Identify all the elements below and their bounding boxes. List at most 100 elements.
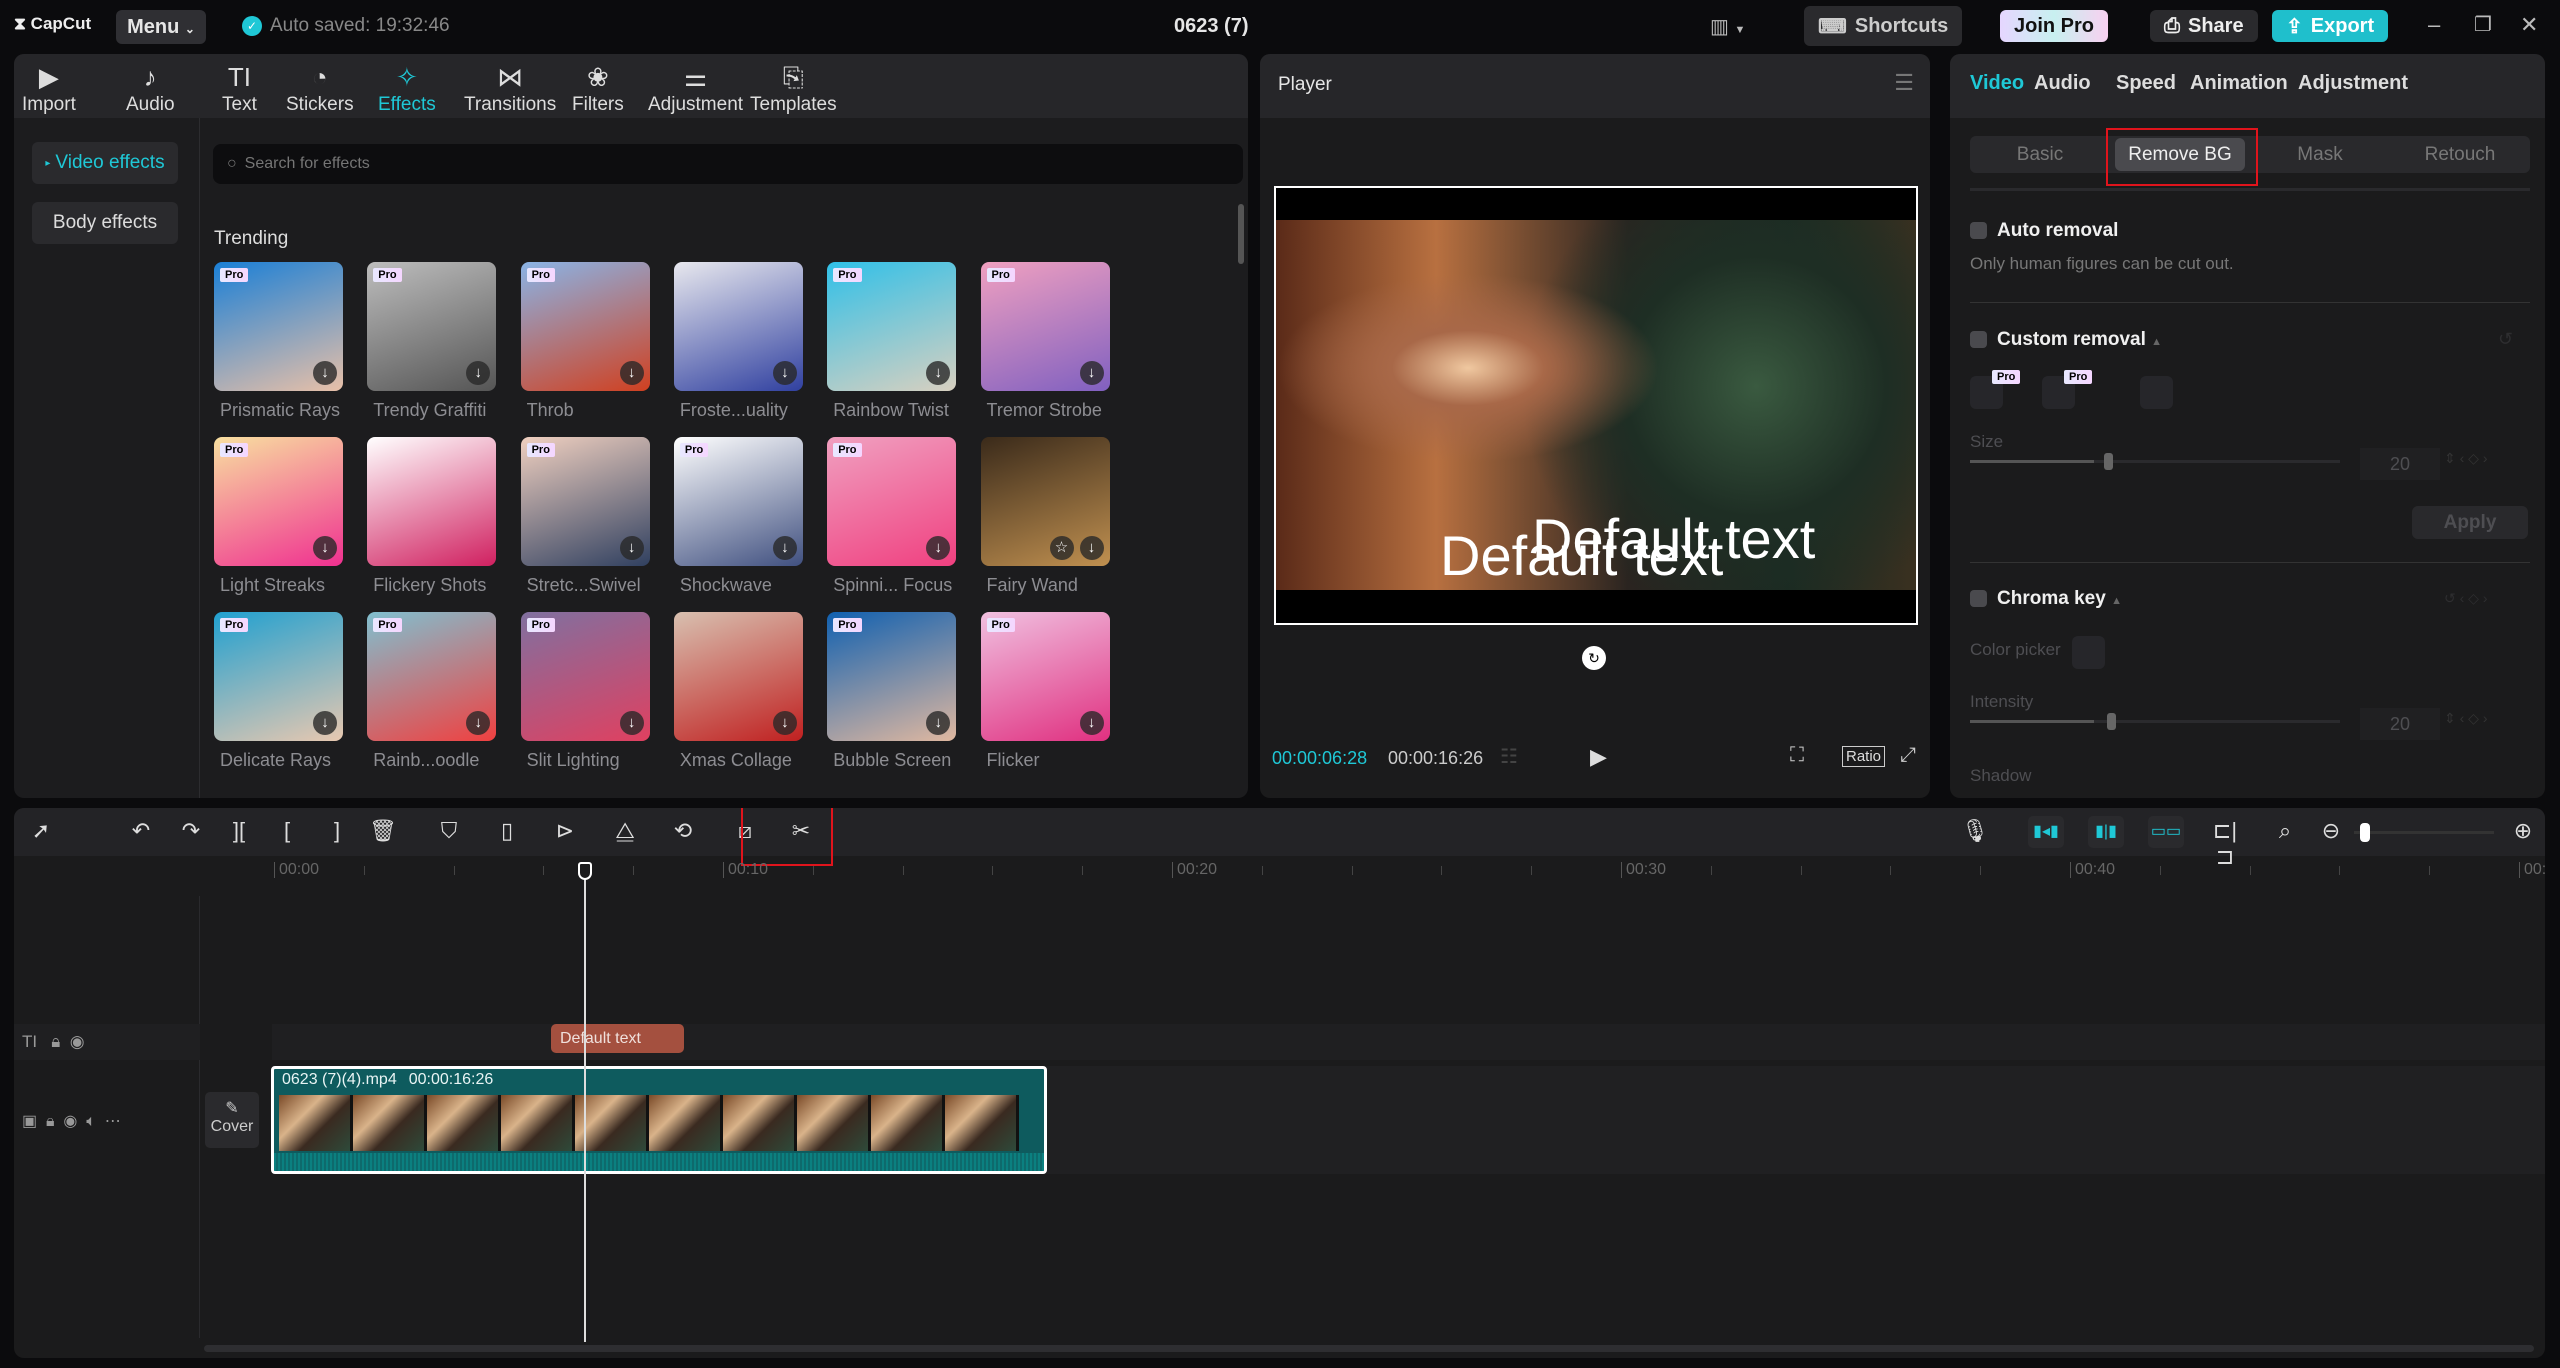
download-icon[interactable]: ↓ <box>926 536 951 560</box>
tab-transitions[interactable]: ⋈ Transitions <box>464 60 556 116</box>
eye-icon[interactable]: ◉ <box>63 1113 77 1130</box>
stepper-icon[interactable]: ⇕ ‹ ◇ › <box>2444 710 2488 727</box>
minimize-button[interactable]: – <box>2428 12 2440 38</box>
layout-button[interactable]: ▥ ▼ <box>1710 14 1745 39</box>
zoom-out-icon[interactable]: ⊖ <box>2314 818 2348 844</box>
search-input[interactable] <box>244 155 1145 173</box>
restore-button[interactable]: ❐ <box>2474 12 2492 37</box>
effect-thumbnail[interactable]: ☆ ↓ <box>980 437 1110 566</box>
video-clip[interactable]: 0623 (7)(4).mp4 00:00:16:26 <box>271 1066 1047 1174</box>
download-icon[interactable]: ↓ <box>466 361 491 385</box>
zoom-preview-icon[interactable]: ⛶ <box>1790 744 1804 767</box>
slider-handle[interactable] <box>2359 823 2370 842</box>
subtab-basic[interactable]: Basic <box>1970 136 2110 173</box>
ratio-button[interactable]: Ratio <box>1842 746 1886 767</box>
close-button[interactable]: ✕ <box>2520 12 2538 38</box>
zoom-slider[interactable] <box>2354 823 2494 842</box>
lock-icon[interactable]: 🔒︎ <box>51 1032 60 1051</box>
slider-handle[interactable] <box>2104 453 2113 470</box>
sidebar-item-body-effects[interactable]: Body effects <box>32 202 178 244</box>
intensity-slider[interactable] <box>1970 713 2340 730</box>
effect-thumbnail[interactable]: ↓ <box>673 262 803 391</box>
sidebar-item-video-effects[interactable]: ▸ Video effects <box>32 142 178 184</box>
effect-thumbnail[interactable]: Pro ↓ <box>214 437 343 566</box>
effect-thumbnail[interactable]: Pro ↓ <box>367 612 497 741</box>
horizontal-scrollbar[interactable] <box>204 1345 2534 1352</box>
favorite-icon[interactable]: ☆ <box>1049 536 1074 560</box>
subtab-mask[interactable]: Mask <box>2250 136 2390 173</box>
fullscreen-icon[interactable]: ⤢ <box>1900 744 1916 767</box>
tab-audio[interactable]: ♪ Audio <box>126 60 175 116</box>
download-icon[interactable]: ↓ <box>772 361 797 385</box>
player-menu-icon[interactable]: ☰ <box>1894 70 1914 96</box>
download-icon[interactable]: ↓ <box>1079 361 1104 385</box>
effect-thumbnail[interactable]: Pro ↓ <box>827 262 957 391</box>
play-button[interactable]: ▶ <box>1590 744 1607 770</box>
inspector-tab-video[interactable]: Video <box>1970 72 2024 95</box>
effect-thumbnail[interactable]: Pro ↓ <box>520 262 650 391</box>
slider-handle[interactable] <box>2107 713 2116 730</box>
more-icon[interactable]: ⋯ <box>105 1113 121 1130</box>
effect-thumbnail[interactable]: Pro ↓ <box>520 437 650 566</box>
custom-removal-toggle[interactable]: Custom removal ▲ <box>1970 329 2162 351</box>
download-icon[interactable]: ↓ <box>313 711 337 735</box>
effect-thumbnail[interactable]: Pro ↓ <box>367 262 497 391</box>
inspector-tab-animation[interactable]: Animation <box>2190 72 2288 95</box>
collapse-icon[interactable]: ▲ <box>2111 595 2122 607</box>
subtab-retouch[interactable]: Retouch <box>2390 136 2530 173</box>
video-preview[interactable]: Default text Default text <box>1274 186 1918 625</box>
download-icon[interactable]: ↓ <box>313 536 337 560</box>
apply-button[interactable]: Apply <box>2412 506 2528 539</box>
effect-thumbnail[interactable]: ↓ <box>673 612 803 741</box>
effect-thumbnail[interactable]: Pro ↓ <box>673 437 803 566</box>
keyframe-controls-icon[interactable]: ↺ ‹ ◇ › <box>2444 590 2488 607</box>
clear-tool-button[interactable] <box>2140 376 2173 409</box>
tab-effects[interactable]: ✧ Effects <box>378 60 436 116</box>
effect-thumbnail[interactable]: Pro ↓ <box>520 612 650 741</box>
chroma-key-toggle[interactable]: Chroma key ▲ <box>1970 588 2122 610</box>
scrollbar[interactable] <box>1238 204 1244 264</box>
effects-search[interactable]: ○ <box>213 144 1243 184</box>
effect-thumbnail[interactable] <box>367 437 497 566</box>
auto-removal-toggle[interactable]: Auto removal <box>1970 220 2118 242</box>
overlay-text[interactable]: Default text <box>1532 506 1815 571</box>
audio-icon[interactable]: 🔈︎ <box>86 1113 96 1130</box>
tab-adjustment[interactable]: ⚌ Adjustment <box>648 60 743 116</box>
download-icon[interactable]: ↓ <box>926 361 951 385</box>
shortcuts-button[interactable]: ⌨ Shortcuts <box>1804 6 1963 46</box>
tab-import[interactable]: ▶ Import <box>22 60 76 116</box>
zoom-fit-icon[interactable]: ⌕ <box>2268 818 2302 844</box>
inspector-tab-adjustment[interactable]: Adjustment <box>2298 72 2408 95</box>
checkbox[interactable] <box>1970 222 1987 240</box>
download-icon[interactable]: ↓ <box>772 536 797 560</box>
tab-filters[interactable]: ❀ Filters <box>572 60 624 116</box>
download-icon[interactable]: ↓ <box>466 711 491 735</box>
collapse-icon[interactable]: ▲ <box>2151 336 2162 348</box>
eye-icon[interactable]: ◉ <box>70 1032 85 1051</box>
size-slider[interactable] <box>1970 453 2340 470</box>
effect-thumbnail[interactable]: Pro ↓ <box>214 262 343 391</box>
microphone-icon[interactable]: 🎙 <box>1958 818 1992 844</box>
checkbox[interactable] <box>1970 590 1987 608</box>
text-clip[interactable]: Default text <box>551 1024 684 1053</box>
link-button[interactable]: ▭▭ <box>2148 816 2184 848</box>
download-icon[interactable]: ↓ <box>619 361 644 385</box>
reset-icon[interactable]: ↺ <box>2498 329 2513 350</box>
effect-thumbnail[interactable]: Pro ↓ <box>827 612 957 741</box>
waveform-icon[interactable]: ☷ <box>1500 744 1518 769</box>
menu-button[interactable]: Menu ⌄ <box>116 10 206 44</box>
download-icon[interactable]: ↓ <box>619 536 644 560</box>
download-icon[interactable]: ↓ <box>619 711 644 735</box>
effect-thumbnail[interactable]: Pro ↓ <box>980 612 1110 741</box>
inspector-tab-speed[interactable]: Speed <box>2116 72 2176 95</box>
effect-thumbnail[interactable]: Pro ↓ <box>827 437 957 566</box>
color-picker-button[interactable] <box>2072 636 2105 669</box>
playhead[interactable] <box>577 862 592 1342</box>
brush-tool-button[interactable]: Pro <box>1970 370 2021 409</box>
share-button[interactable]: ⎙ Share <box>2150 10 2258 42</box>
join-pro-button[interactable]: Join Pro <box>2000 10 2109 42</box>
lock-icon[interactable]: 🔒︎ <box>46 1113 55 1130</box>
tab-templates[interactable]: ⎘ Templates <box>750 60 837 116</box>
download-icon[interactable]: ↓ <box>1079 536 1104 560</box>
cover-button[interactable]: ✎ Cover <box>205 1092 259 1148</box>
